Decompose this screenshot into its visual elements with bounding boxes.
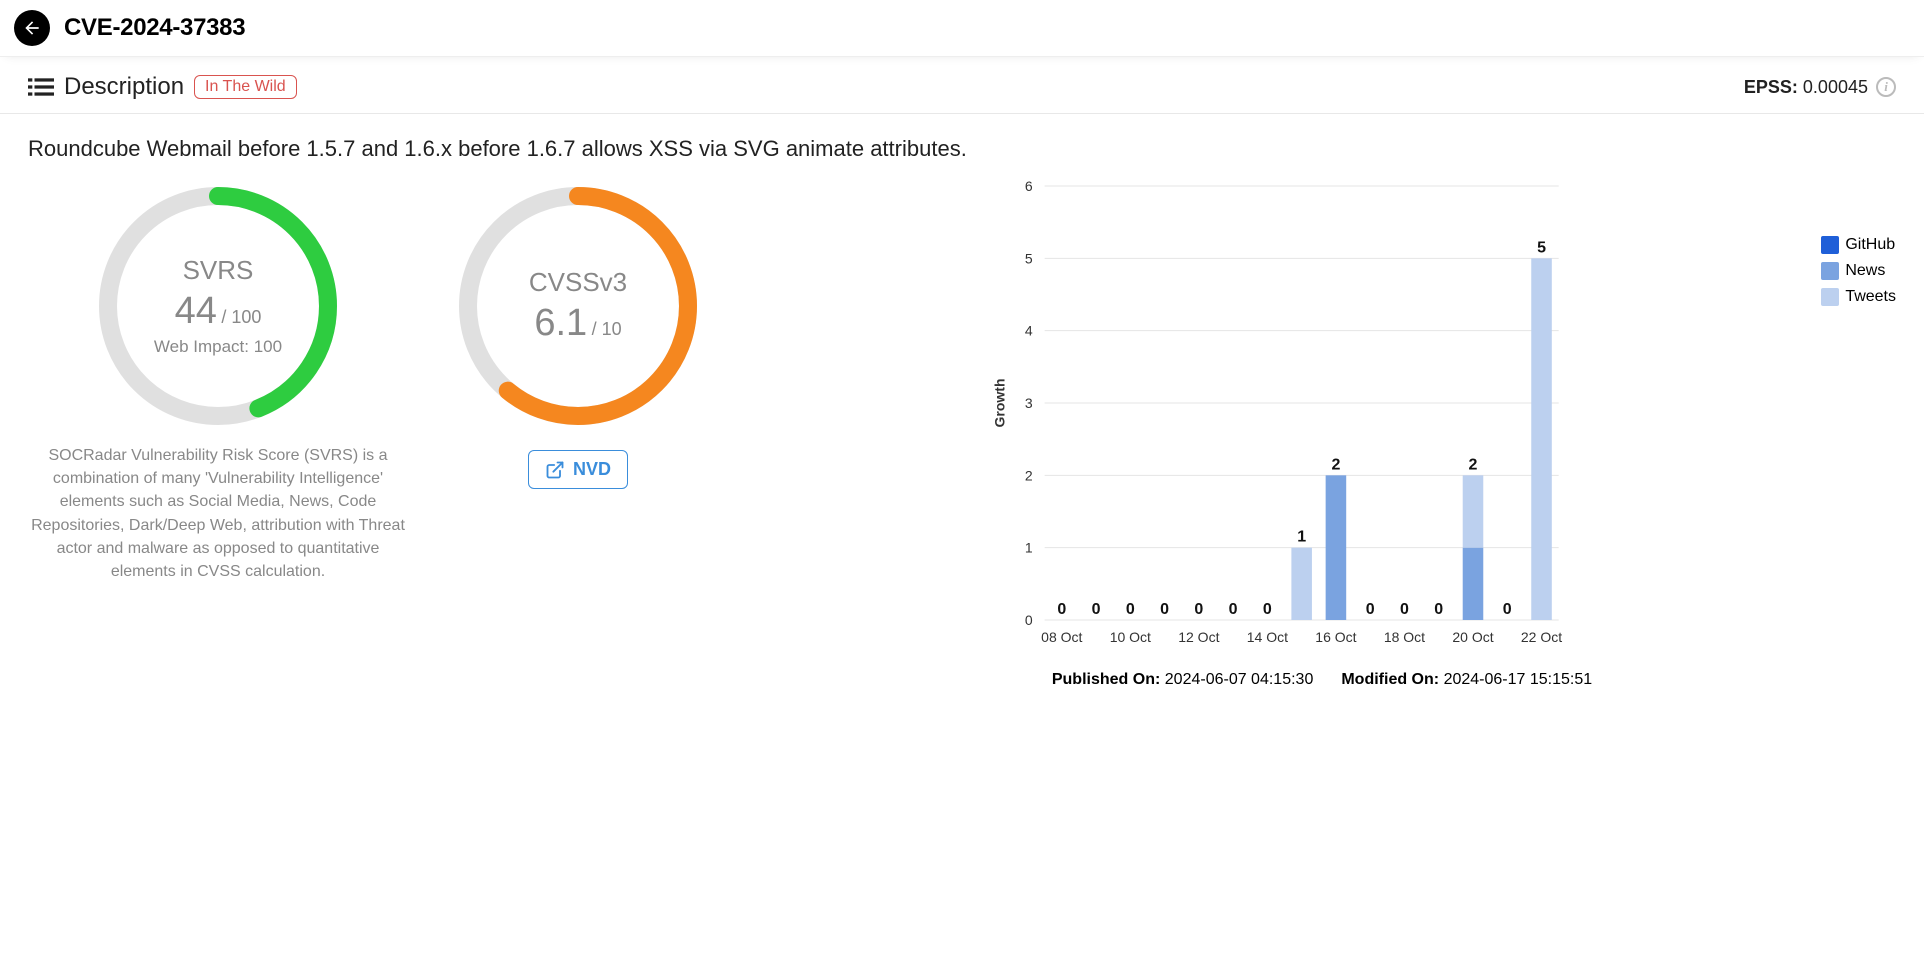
cvss-value: 6.1 xyxy=(534,302,587,344)
cvss-panel: CVSSv3 6.1 / 10 NVD xyxy=(448,176,708,489)
svg-text:0: 0 xyxy=(1263,601,1272,618)
svg-text:5: 5 xyxy=(1537,239,1546,256)
svg-text:10 Oct: 10 Oct xyxy=(1110,629,1151,645)
cvss-max: / 10 xyxy=(592,319,622,339)
svg-text:1: 1 xyxy=(1297,529,1306,546)
svg-text:0: 0 xyxy=(1400,601,1409,618)
published-label: Published On: xyxy=(1052,671,1160,688)
cvss-gauge: CVSSv3 6.1 / 10 xyxy=(448,176,708,436)
dates-row: Published On: 2024-06-07 04:15:30 Modifi… xyxy=(748,661,1896,699)
svrs-label: SVRS xyxy=(183,255,254,286)
legend-tweets-label: Tweets xyxy=(1845,288,1896,306)
modified-label: Modified On: xyxy=(1341,671,1439,688)
epss-label: EPSS: xyxy=(1744,77,1798,97)
svg-text:18 Oct: 18 Oct xyxy=(1384,629,1425,645)
svg-text:0: 0 xyxy=(1503,601,1512,618)
epss-value: 0.00045 xyxy=(1803,77,1868,97)
svg-text:Growth: Growth xyxy=(992,379,1008,428)
section-title: Description xyxy=(64,73,184,101)
published-value: 2024-06-07 04:15:30 xyxy=(1165,671,1314,688)
svg-text:0: 0 xyxy=(1194,601,1203,618)
svrs-note: SOCRadar Vulnerability Risk Score (SVRS)… xyxy=(28,444,408,583)
legend-news-label: News xyxy=(1845,262,1885,280)
svg-text:6: 6 xyxy=(1025,178,1033,194)
modified-value: 2024-06-17 15:15:51 xyxy=(1444,671,1593,688)
svg-text:0: 0 xyxy=(1160,601,1169,618)
svg-text:0: 0 xyxy=(1092,601,1101,618)
svg-text:0: 0 xyxy=(1434,601,1443,618)
page-title: CVE-2024-37383 xyxy=(64,14,245,42)
svrs-panel: SVRS 44 / 100 Web Impact: 100 SOCRadar V… xyxy=(28,176,408,583)
svg-text:2: 2 xyxy=(1331,456,1340,473)
nvd-button[interactable]: NVD xyxy=(528,450,628,489)
svg-text:2: 2 xyxy=(1025,467,1033,483)
svg-text:12 Oct: 12 Oct xyxy=(1178,629,1219,645)
svrs-max: / 100 xyxy=(221,307,261,327)
svg-text:08 Oct: 08 Oct xyxy=(1041,629,1082,645)
legend-item: News xyxy=(1821,262,1896,280)
nvd-label: NVD xyxy=(573,459,611,480)
svg-text:0: 0 xyxy=(1025,612,1033,628)
svg-text:16 Oct: 16 Oct xyxy=(1315,629,1356,645)
svg-text:1: 1 xyxy=(1025,540,1033,556)
svrs-value: 44 xyxy=(175,290,217,332)
legend-item: Tweets xyxy=(1821,288,1896,306)
svg-text:4: 4 xyxy=(1025,323,1033,339)
svg-text:3: 3 xyxy=(1025,395,1033,411)
svg-text:14 Oct: 14 Oct xyxy=(1247,629,1288,645)
info-icon[interactable]: i xyxy=(1876,77,1896,97)
svg-text:22 Oct: 22 Oct xyxy=(1521,629,1562,645)
svg-text:0: 0 xyxy=(1366,601,1375,618)
growth-chart-panel: 0 1 2 3 4 5 6 Growth 0 0 0 0 0 0 0 1 2 0 0 0 2 0 5 08 Oct 10 Oct… xyxy=(748,176,1896,699)
svrs-gauge: SVRS 44 / 100 Web Impact: 100 xyxy=(88,176,348,436)
svg-text:2: 2 xyxy=(1469,456,1478,473)
svg-text:20 Oct: 20 Oct xyxy=(1452,629,1493,645)
legend-github-label: GitHub xyxy=(1845,236,1895,254)
svrs-sub: Web Impact: 100 xyxy=(154,337,282,357)
legend-item: GitHub xyxy=(1821,236,1896,254)
description-text: Roundcube Webmail before 1.5.7 and 1.6.x… xyxy=(0,114,1924,168)
svg-text:0: 0 xyxy=(1229,601,1238,618)
arrow-left-icon xyxy=(22,18,42,38)
list-icon xyxy=(28,76,54,98)
chart-legend: GitHub News Tweets xyxy=(1821,236,1896,314)
back-button[interactable] xyxy=(14,10,50,46)
epss-score: EPSS: 0.00045 i xyxy=(1744,77,1896,98)
cvss-label: CVSSv3 xyxy=(529,267,627,298)
svg-text:0: 0 xyxy=(1126,601,1135,618)
external-link-icon xyxy=(545,460,565,480)
svg-text:5: 5 xyxy=(1025,250,1033,266)
svg-text:0: 0 xyxy=(1057,601,1066,618)
growth-chart: 0 1 2 3 4 5 6 Growth 0 0 0 0 0 0 0 1 2 0 0 0 2 0 5 08 Oct 10 Oct… xyxy=(748,176,1809,656)
in-the-wild-badge: In The Wild xyxy=(194,75,297,99)
